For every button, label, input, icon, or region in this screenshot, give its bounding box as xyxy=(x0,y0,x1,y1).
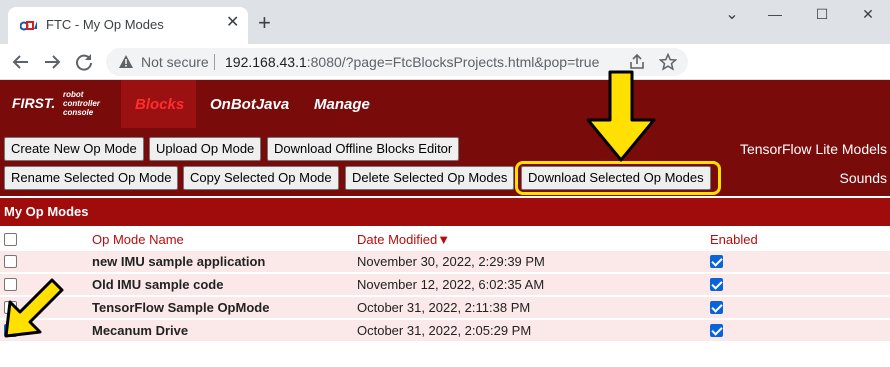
warning-icon[interactable] xyxy=(118,54,134,70)
rename-op-mode-button[interactable]: Rename Selected Op Mode xyxy=(4,166,179,190)
enabled-checkbox[interactable] xyxy=(710,324,723,337)
minimize-icon[interactable]: — xyxy=(765,6,785,22)
table-row[interactable]: new IMU sample application November 30, … xyxy=(0,251,890,273)
yellow-arrow-down-icon xyxy=(586,70,656,162)
tensorflow-models-link[interactable]: TensorFlow Lite Models xyxy=(740,141,887,157)
yellow-arrow-diagonal-icon xyxy=(4,278,64,338)
url-text[interactable]: 192.168.43.1:8080/?page=FtcBlocksProject… xyxy=(225,54,599,70)
nav-blocks[interactable]: Blocks xyxy=(121,80,196,128)
select-all-checkbox[interactable] xyxy=(4,233,17,246)
op-mode-date: November 30, 2022, 2:29:39 PM xyxy=(357,254,545,269)
sounds-link[interactable]: Sounds xyxy=(840,170,887,186)
op-mode-date: October 31, 2022, 2:11:38 PM xyxy=(357,300,531,315)
op-mode-name[interactable]: Old IMU sample code xyxy=(92,277,223,292)
copy-op-mode-button[interactable]: Copy Selected Op Mode xyxy=(183,166,339,190)
tab-search-icon[interactable]: ⌄ xyxy=(722,4,742,24)
url-host: 192.168.43.1 xyxy=(225,54,307,70)
nav-blocks-label: Blocks xyxy=(135,96,185,113)
omnibox-divider xyxy=(214,54,215,70)
maximize-icon[interactable]: ☐ xyxy=(812,6,832,23)
download-offline-editor-button[interactable]: Download Offline Blocks Editor xyxy=(267,137,460,161)
column-header-date-label: Date Modified xyxy=(357,232,438,247)
nav-onbotjava[interactable]: OnBotJava xyxy=(210,96,289,113)
logo-subtitle: robot controller console xyxy=(63,90,100,117)
url-path: :8080/?page=FtcBlocksProjects.html&pop=t… xyxy=(306,54,600,70)
section-title: My Op Modes xyxy=(4,204,89,219)
enabled-checkbox[interactable] xyxy=(710,278,723,291)
table-row[interactable]: Mecanum Drive October 31, 2022, 2:05:29 … xyxy=(0,320,890,342)
logo-subtitle-line: controller xyxy=(63,99,100,108)
forward-arrow-icon[interactable] xyxy=(41,51,63,73)
table-row[interactable]: Old IMU sample code November 12, 2022, 6… xyxy=(0,274,890,296)
op-mode-name[interactable]: new IMU sample application xyxy=(92,254,265,269)
new-tab-icon[interactable]: + xyxy=(258,12,271,34)
star-icon[interactable] xyxy=(659,53,677,71)
sort-descending-icon: ▼ xyxy=(437,232,451,247)
browser-toolbar: Not secure 192.168.43.1:8080/?page=FtcBl… xyxy=(0,44,890,80)
logo-subtitle-line: console xyxy=(63,108,94,117)
button-panel: Create New Op Mode Upload Op Mode Downlo… xyxy=(0,128,890,196)
browser-tab-bar: FTC - My Op Modes ✕ + ⌄ — ☐ ✕ xyxy=(0,0,890,44)
column-header-name[interactable]: Op Mode Name xyxy=(92,232,184,247)
create-op-mode-button[interactable]: Create New Op Mode xyxy=(4,137,144,161)
highlight-ring xyxy=(515,161,721,195)
enabled-checkbox[interactable] xyxy=(710,255,723,268)
op-mode-name[interactable]: TensorFlow Sample OpMode xyxy=(92,300,269,315)
row-select-checkbox[interactable] xyxy=(4,255,17,268)
tab-close-icon[interactable]: ✕ xyxy=(226,15,239,31)
back-arrow-icon[interactable] xyxy=(10,51,32,73)
not-secure-label[interactable]: Not secure xyxy=(141,54,209,70)
op-mode-date: October 31, 2022, 2:05:29 PM xyxy=(357,323,532,338)
reload-icon[interactable] xyxy=(73,51,95,73)
window-close-icon[interactable]: ✕ xyxy=(858,6,878,23)
column-header-date[interactable]: Date Modified▼ xyxy=(357,232,450,247)
nav-manage[interactable]: Manage xyxy=(314,96,370,113)
column-header-enabled[interactable]: Enabled xyxy=(710,232,758,247)
browser-tab[interactable]: FTC - My Op Modes ✕ xyxy=(8,7,248,44)
upload-op-mode-button[interactable]: Upload Op Mode xyxy=(149,137,262,161)
delete-op-modes-button[interactable]: Delete Selected Op Modes xyxy=(345,166,515,190)
enabled-checkbox[interactable] xyxy=(710,301,723,314)
first-logo: FIRST. xyxy=(12,95,56,111)
ftc-favicon-icon xyxy=(20,21,37,31)
ftc-header: FIRST. robot controller console Blocks O… xyxy=(0,80,890,128)
table-header: Op Mode Name Date Modified▼ Enabled xyxy=(0,228,890,250)
op-mode-name[interactable]: Mecanum Drive xyxy=(92,323,188,338)
share-icon[interactable] xyxy=(628,53,646,71)
section-title-bar: My Op Modes xyxy=(0,198,890,226)
tab-title: FTC - My Op Modes xyxy=(46,17,164,32)
table-row[interactable]: TensorFlow Sample OpMode October 31, 202… xyxy=(0,297,890,319)
op-mode-date: November 12, 2022, 6:02:35 AM xyxy=(357,277,545,292)
logo-subtitle-line: robot xyxy=(63,90,84,99)
